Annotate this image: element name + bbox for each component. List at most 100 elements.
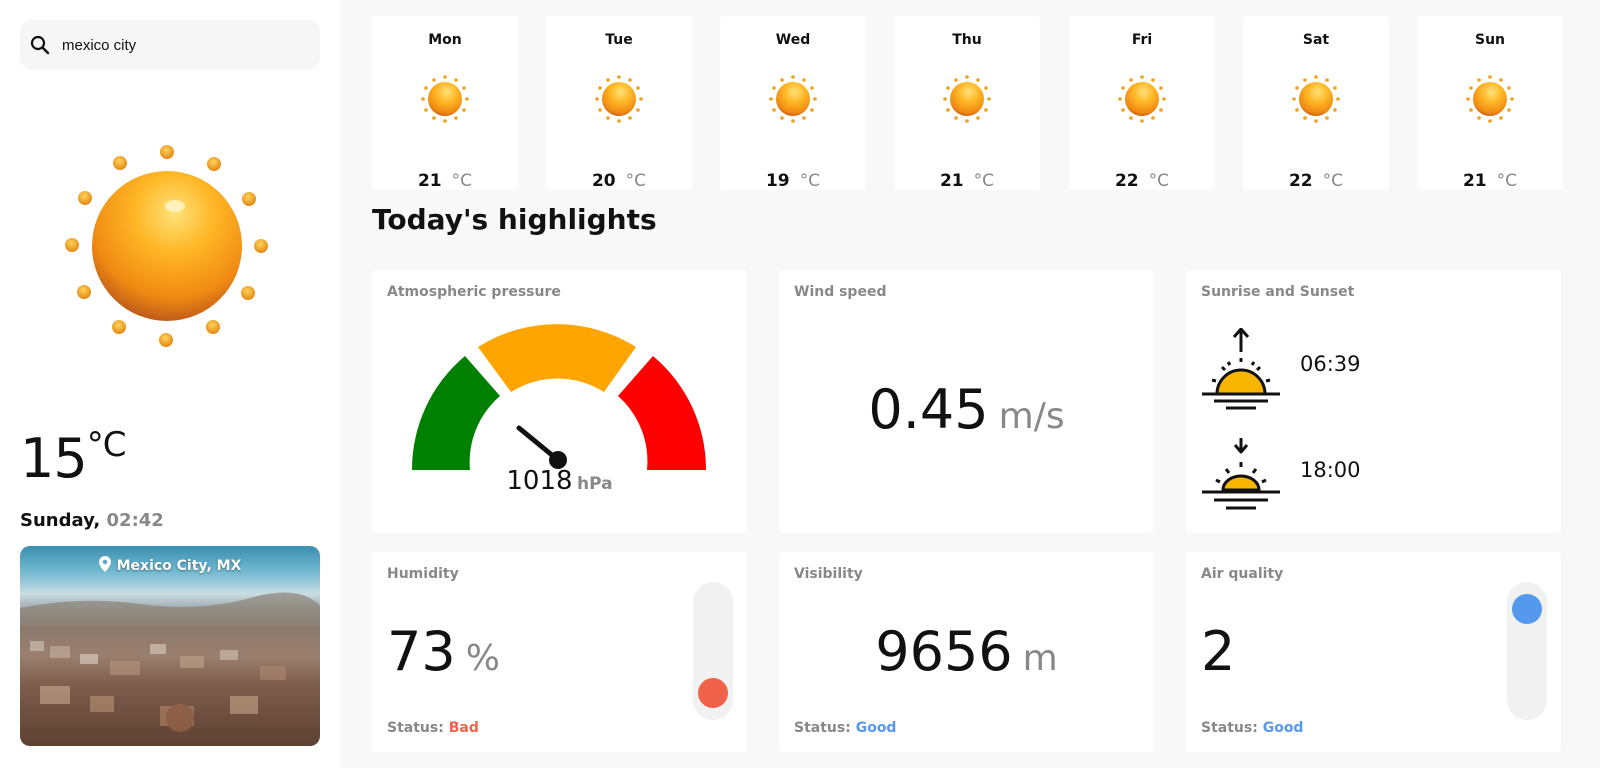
search-box[interactable]: [20, 20, 320, 70]
wind-unit: m/s: [998, 396, 1065, 437]
sun-icon: [768, 74, 818, 124]
humidity-status-value: Bad: [448, 720, 479, 736]
forecast-day: Thu 21 °C: [894, 16, 1040, 191]
forecast-temp-unit: °C: [1322, 171, 1344, 191]
forecast-day-name: Mon: [428, 32, 462, 48]
forecast-day-name: Thu: [952, 32, 982, 48]
sidebar: 15°C Sunday, 02:42: [0, 0, 340, 768]
forecast-temp-value: 21: [1462, 171, 1487, 191]
forecast-temp-value: 21: [417, 171, 442, 191]
current-datetime: Sunday, 02:42: [20, 510, 164, 531]
humidity-label: Humidity: [387, 566, 459, 582]
visibility-card: Visibility 9656 m Status: Good: [779, 552, 1154, 752]
forecast-day: Fri 22 °C: [1069, 16, 1215, 191]
weekly-forecast: Mon 21 °C Tue 20 °C Wed 19 °C Thu 21 °C Fri …: [372, 16, 1580, 191]
wind-card: Wind speed 0.45 m/s: [779, 270, 1154, 533]
sun-icon: [60, 140, 280, 360]
wind-value: 0.45: [868, 378, 989, 441]
humidity-value: 73: [387, 620, 456, 683]
sun-times-card: Sunrise and Sunset 06:39 18:00: [1186, 270, 1561, 533]
highlights-title: Today's highlights: [372, 203, 657, 236]
visibility-status-label: Status:: [794, 720, 851, 736]
forecast-day: Mon 21 °C: [372, 16, 518, 191]
visibility-unit: m: [1022, 638, 1058, 679]
forecast-temp-unit: °C: [1148, 171, 1170, 191]
air-quality-value: 2: [1201, 620, 1236, 683]
air-quality-level-track: [1507, 582, 1547, 720]
forecast-temp-unit: °C: [973, 171, 995, 191]
visibility-value: 9656: [875, 620, 1013, 683]
city-location: Mexico City, MX: [20, 556, 320, 576]
humidity-level-track: [693, 582, 733, 720]
forecast-temp-unit: °C: [799, 171, 821, 191]
forecast-day-name: Fri: [1131, 32, 1153, 48]
forecast-temperature: 19 °C: [720, 171, 866, 191]
gauge-segment-high: [618, 356, 707, 470]
pressure-unit: hPa: [577, 474, 613, 494]
air-quality-status: Status: Good: [1201, 720, 1303, 736]
search-icon[interactable]: [28, 33, 52, 57]
sunset-icon: [1200, 436, 1282, 518]
pressure-card: Atmospheric pressure 1018 hPa: [372, 270, 747, 533]
humidity-status: Status: Bad: [387, 720, 479, 736]
forecast-temp-value: 20: [591, 171, 616, 191]
humidity-card: Humidity 73% Status: Bad: [372, 552, 747, 752]
pressure-value: 1018: [506, 466, 573, 496]
visibility-status: Status: Good: [794, 720, 896, 736]
visibility-label: Visibility: [794, 566, 863, 582]
city-name: Mexico City, MX: [116, 558, 242, 574]
sun-icon: [1465, 74, 1515, 124]
humidity-level-indicator: [698, 678, 728, 708]
forecast-temperature: 21 °C: [894, 171, 1040, 191]
forecast-day: Tue 20 °C: [546, 16, 692, 191]
air-quality-status-label: Status:: [1201, 720, 1258, 736]
sunrise-icon: [1200, 327, 1282, 410]
forecast-temperature: 21 °C: [1417, 171, 1563, 191]
forecast-temp-unit: °C: [625, 171, 647, 191]
forecast-day: Wed 19 °C: [720, 16, 866, 191]
forecast-day: Sun 21 °C: [1417, 16, 1563, 191]
humidity-status-label: Status:: [387, 720, 444, 736]
humidity-unit: %: [465, 638, 500, 679]
forecast-temperature: 22 °C: [1243, 171, 1389, 191]
current-temperature-unit: °C: [86, 425, 127, 465]
sun-icon: [942, 74, 992, 124]
forecast-day-name: Sun: [1474, 32, 1506, 48]
forecast-temp-unit: °C: [1496, 171, 1518, 191]
humidity-readout: 73%: [387, 620, 500, 683]
forecast-temperature: 21 °C: [372, 171, 518, 191]
sunrise-time: 06:39: [1300, 352, 1361, 376]
forecast-temp-value: 19: [765, 171, 790, 191]
forecast-day-name: Wed: [775, 32, 811, 48]
air-quality-level-indicator: [1512, 594, 1542, 624]
forecast-day-name: Sat: [1302, 32, 1330, 48]
sun-icon: [1291, 74, 1341, 124]
city-photo-card: Mexico City, MX: [20, 546, 320, 746]
gauge-segment-low: [411, 356, 500, 470]
forecast-temperature: 20 °C: [546, 171, 692, 191]
air-quality-label: Air quality: [1201, 566, 1284, 582]
sunset-time: 18:00: [1300, 458, 1361, 482]
sun-icon: [594, 74, 644, 124]
sun-icon: [420, 74, 470, 124]
wind-label: Wind speed: [794, 284, 887, 300]
pressure-readout: 1018 hPa: [372, 466, 747, 496]
forecast-day: Sat 22 °C: [1243, 16, 1389, 191]
wind-readout: 0.45 m/s: [779, 378, 1154, 441]
city-photo: [20, 546, 320, 746]
gauge-segment-mid: [478, 324, 636, 392]
location-pin-icon: [98, 556, 111, 576]
visibility-status-value: Good: [855, 720, 897, 736]
forecast-temp-value: 22: [1114, 171, 1139, 191]
forecast-day-name: Tue: [605, 32, 633, 48]
forecast-temp-unit: °C: [451, 171, 473, 191]
air-quality-card: Air quality 2 Status: Good: [1186, 552, 1561, 752]
air-quality-readout: 2: [1201, 620, 1235, 683]
visibility-readout: 9656 m: [779, 620, 1154, 683]
main-content: Mon 21 °C Tue 20 °C Wed 19 °C Thu 21 °C Fri …: [340, 0, 1600, 768]
current-time: 02:42: [106, 510, 164, 531]
sun-icon: [1117, 74, 1167, 124]
air-quality-status-value: Good: [1262, 720, 1304, 736]
forecast-temperature: 22 °C: [1069, 171, 1215, 191]
search-input[interactable]: [62, 36, 302, 54]
